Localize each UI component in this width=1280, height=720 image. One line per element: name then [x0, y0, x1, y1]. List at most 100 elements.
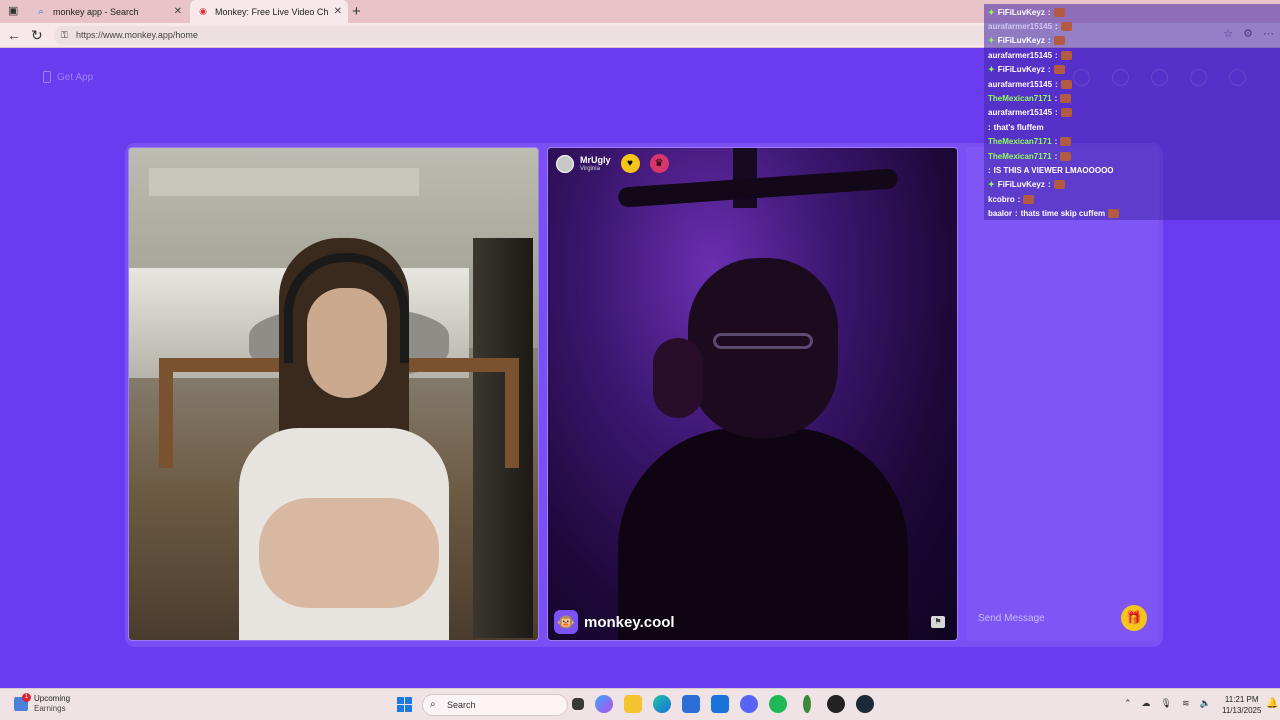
emote-icon [1053, 180, 1065, 190]
tab-search[interactable]: ⌕ monkey app - Search ✕ [28, 0, 188, 23]
url-field[interactable]: ⚿ https://www.monkey.app/home [54, 26, 1054, 45]
emote-icon [1060, 151, 1072, 161]
tab-monkey[interactable]: ◉ Monkey: Free Live Video Ch ✕ [190, 0, 348, 23]
chat-separator: : [1055, 21, 1058, 31]
record-icon: ◉ [199, 6, 207, 16]
clock[interactable]: 11:21 PM 11/13/2025 [1222, 694, 1261, 716]
chat-separator: : [1017, 194, 1021, 204]
taskbar-search[interactable]: ⌕ Search [422, 694, 568, 716]
new-tab-button[interactable]: + [352, 3, 361, 20]
edge-icon[interactable] [653, 695, 671, 713]
mic-icon[interactable]: 🎙 [1161, 698, 1172, 709]
overlay-chat-line: TheMexican7171: [988, 91, 1072, 105]
obs-icon[interactable] [827, 695, 845, 713]
get-app-label: Get App [57, 71, 94, 83]
chat-message: thats time skip cuffem [1020, 209, 1106, 219]
overlay-chat-line: aurafarmer15145: [988, 48, 1072, 62]
peer-hand [653, 338, 703, 418]
emote-icon [1060, 21, 1072, 31]
chat-separator: : [988, 165, 991, 175]
taskbar-search-label: Search [447, 700, 476, 710]
refresh-icon[interactable]: ↻ [31, 27, 43, 44]
ceiling-fan [617, 168, 899, 208]
emote-icon [1053, 65, 1065, 75]
chat-username: FiFiLuvKeyz [997, 7, 1045, 17]
close-tab-icon[interactable]: ✕ [174, 6, 182, 17]
peer-video: MrUgly Virginia ♥ ♛ 🐵 monkey.cool ⚑ [547, 147, 958, 641]
chat-separator: : [1047, 65, 1051, 75]
widgets-button[interactable]: 1 Upcoming Earnings [14, 693, 71, 714]
discord-icon[interactable] [740, 695, 758, 713]
pinned-apps [572, 695, 874, 713]
sparkle-icon: ✦ [988, 65, 995, 75]
tab-title: Monkey: Free Live Video Ch [215, 6, 329, 17]
chat-separator: : [1055, 108, 1058, 118]
overlay-chat-line: ✦ FiFiLuvKeyz: [988, 63, 1065, 77]
copilot-icon[interactable] [595, 695, 613, 713]
app-icon[interactable] [803, 695, 811, 713]
chat-separator: : [1047, 36, 1051, 46]
chat-separator: : [1047, 180, 1051, 190]
stream-chat-overlay: ✦ FiFiLuvKeyz: aurafarmer15145: ✦ FiFiLuvKey… [984, 4, 1280, 220]
start-button[interactable] [397, 697, 412, 712]
chat-username: aurafarmer15145 [988, 50, 1053, 60]
vip-badge-icon[interactable]: ♛ [649, 154, 669, 173]
overlay-chat-line: : that's fluffem [988, 120, 1044, 134]
tab-actions-icon[interactable]: ▣ [8, 4, 18, 17]
task-view-icon[interactable] [572, 698, 584, 710]
chat-separator: : [1015, 209, 1018, 219]
notification-bell-icon[interactable]: 🔔 [1266, 698, 1278, 709]
file-explorer-icon[interactable] [624, 695, 642, 713]
chat-username: kcobro [988, 194, 1015, 204]
system-tray: ⌃ ☁ 🎙 ≋ 🔈 [1124, 698, 1211, 709]
peer-location: Virginia [580, 165, 600, 172]
chat-username: TheMexican7171 [988, 93, 1052, 103]
windows-taskbar: 1 Upcoming Earnings ⌕ Search ⌃ ☁ 🎙 ≋ 🔈 1… [0, 688, 1280, 720]
spotify-icon[interactable] [769, 695, 787, 713]
clock-date: 11/13/2025 [1222, 706, 1262, 715]
sparkle-icon: ✦ [988, 36, 995, 46]
widget-title: Upcoming [34, 694, 71, 703]
emote-icon [1023, 194, 1035, 204]
emote-icon [1053, 36, 1065, 46]
volume-icon[interactable]: 🔈 [1200, 698, 1211, 709]
cloud-icon[interactable]: ☁ [1142, 698, 1151, 709]
close-tab-icon[interactable]: ✕ [334, 6, 342, 17]
overlay-chat-line: baalor: thats time skip cuffem [988, 207, 1120, 221]
person-arms [259, 498, 439, 608]
outlook-icon[interactable] [711, 695, 729, 713]
chevron-up-icon[interactable]: ⌃ [1124, 698, 1132, 709]
chat-separator: : [1054, 151, 1058, 161]
overlay-chat-line: ✦ FiFiLuvKeyz: [988, 34, 1065, 48]
send-message-box[interactable]: Send Message 🎁 [972, 601, 1153, 635]
peer-name: MrUgly [580, 154, 611, 165]
chat-separator: : [1055, 79, 1058, 89]
add-friend-icon[interactable]: ♥ [620, 154, 640, 173]
get-app-link[interactable]: Get App [43, 71, 93, 83]
sparkle-icon: ✦ [988, 7, 995, 17]
chat-username: TheMexican7171 [988, 137, 1052, 147]
site-info-icon[interactable]: ⚿ [61, 26, 68, 45]
emote-icon [1060, 137, 1072, 147]
peer-info[interactable]: MrUgly Virginia ♥ ♛ [556, 154, 669, 173]
chat-username: aurafarmer15145 [988, 21, 1053, 31]
send-message-input[interactable]: Send Message [978, 613, 1121, 624]
overlay-chat-line: ✦ FiFiLuvKeyz: [988, 5, 1065, 19]
chat-username: aurafarmer15145 [988, 79, 1053, 89]
steam-icon[interactable] [856, 695, 874, 713]
report-icon[interactable]: ⚑ [931, 616, 945, 628]
chat-separator: : [1054, 137, 1058, 147]
notification-badge: 1 [22, 693, 31, 702]
back-icon[interactable]: ← [7, 27, 21, 43]
store-icon[interactable] [682, 695, 700, 713]
wifi-icon[interactable]: ≋ [1182, 698, 1190, 709]
peer-avatar[interactable] [556, 154, 574, 173]
headset [284, 253, 409, 363]
widget-icon: 1 [14, 693, 31, 711]
watermark-text: monkey.cool [584, 613, 675, 631]
overlay-chat-line: aurafarmer15145: [988, 77, 1072, 91]
self-person [239, 228, 449, 640]
chat-username: FiFiLuvKeyz [997, 36, 1045, 46]
overlay-chat-line: kcobro: [988, 192, 1035, 206]
gift-icon[interactable]: 🎁 [1121, 605, 1147, 631]
